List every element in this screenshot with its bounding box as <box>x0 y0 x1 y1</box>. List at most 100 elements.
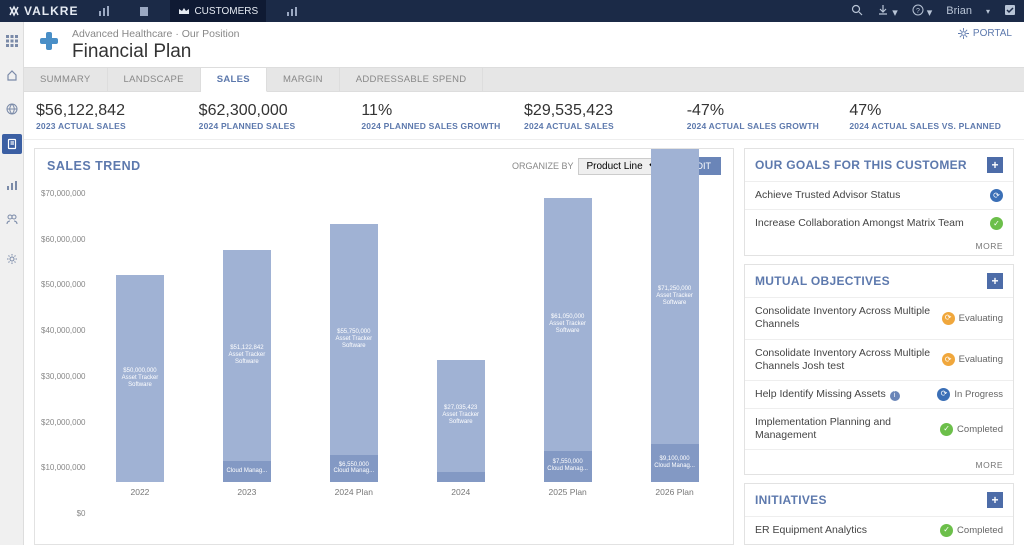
bar-segment-cloud-mgmt[interactable] <box>437 472 485 482</box>
main-content: Advanced Healthcare · Our Position Finan… <box>24 22 1024 545</box>
leftrail-page-icon[interactable] <box>2 134 22 154</box>
add-objective-button[interactable]: + <box>987 273 1003 289</box>
bar-segment-cloud-mgmt[interactable]: $6,550,000 Cloud Manag... <box>330 455 378 482</box>
bar-column: $27,035,423Asset Tracker Software 2024 <box>416 360 505 497</box>
status-dot-icon: ✓ <box>990 217 1003 230</box>
kpi-value: $56,122,842 <box>36 102 199 120</box>
status-dot-icon: ⟳ <box>990 189 1003 202</box>
status-dot-icon: ⟳ <box>937 388 950 401</box>
bar-column: $50,000,000Asset Tracker Software2022 <box>96 275 185 497</box>
initiative-item[interactable]: ER Equipment Analytics✓Completed <box>745 516 1013 544</box>
objectives-title: MUTUAL OBJECTIVES <box>755 274 890 288</box>
bar-column: $51,122,842Asset Tracker SoftwareCloud M… <box>202 250 291 498</box>
bar-column: $61,050,000Asset Tracker Software$7,550,… <box>523 198 612 497</box>
objectives-more-link[interactable]: MORE <box>745 456 1013 474</box>
kpi-label: 2023 ACTUAL SALES <box>36 121 199 131</box>
goals-title: OUR GOALS FOR THIS CUSTOMER <box>755 158 967 172</box>
topnav-customers[interactable]: CUSTOMERS <box>170 0 266 22</box>
tab-sales[interactable]: SALES <box>201 68 267 92</box>
leftrail-grid-icon[interactable] <box>3 32 21 50</box>
goal-item[interactable]: Achieve Trusted Advisor Status ⟳ <box>745 181 1013 209</box>
add-initiative-button[interactable]: + <box>987 492 1003 508</box>
page-header: Advanced Healthcare · Our Position Finan… <box>24 22 1024 67</box>
bar-column: $55,750,000Asset Tracker Software $6,550,… <box>309 224 398 497</box>
leftrail-users-icon[interactable] <box>3 210 21 228</box>
kpi-value: 47% <box>849 102 1012 120</box>
bar-segment-asset-tracker[interactable]: $51,122,842Asset Tracker Software <box>223 250 271 462</box>
status-dot-icon: ⟳ <box>942 312 955 325</box>
bar-segment-asset-tracker[interactable]: $27,035,423Asset Tracker Software <box>437 360 485 472</box>
leftrail-settings-icon[interactable] <box>3 250 21 268</box>
portal-link[interactable]: PORTAL <box>958 28 1012 39</box>
add-goal-button[interactable]: + <box>987 157 1003 173</box>
download-icon[interactable]: ▾ <box>877 4 898 19</box>
status-dot-icon: ✓ <box>940 423 953 436</box>
portal-label: PORTAL <box>973 28 1012 39</box>
bar-segment-cloud-mgmt[interactable]: $9,100,000 Cloud Manag... <box>651 444 699 482</box>
goals-more-link[interactable]: MORE <box>745 237 1013 255</box>
y-tick: $40,000,000 <box>41 326 86 335</box>
info-icon[interactable]: i <box>890 391 900 401</box>
bar-segment-asset-tracker[interactable]: $61,050,000Asset Tracker Software <box>544 198 592 451</box>
bar-column: $71,250,000Asset Tracker Software $9,100,… <box>630 149 719 497</box>
tab-addressable-spend[interactable]: ADDRESSABLE SPEND <box>340 68 484 91</box>
svg-text:?: ? <box>916 8 920 15</box>
topnav-customers-label: CUSTOMERS <box>194 6 258 17</box>
bar-segment-label: $6,550,000 Cloud Manag... <box>330 461 378 477</box>
checkbox-icon[interactable] <box>1004 4 1016 19</box>
bar-segment-asset-tracker[interactable]: $71,250,000Asset Tracker Software <box>651 149 699 444</box>
objective-item[interactable]: Consolidate Inventory Across Multiple Ch… <box>745 339 1013 380</box>
leftrail-chart-icon[interactable] <box>3 176 21 194</box>
leftrail-home-icon[interactable] <box>3 66 21 84</box>
brand-mark-icon <box>8 5 20 17</box>
topnav-building-icon[interactable] <box>130 0 158 22</box>
kpi-label: 2024 ACTUAL SALES VS. PLANNED <box>849 121 1012 131</box>
bar-segment-asset-tracker[interactable]: $50,000,000Asset Tracker Software <box>116 275 164 482</box>
chart-title: SALES TREND <box>47 159 141 173</box>
brand-text: VALKRE <box>24 4 78 18</box>
sales-trend-card: SALES TREND ORGANIZE BY Product Line EDI… <box>34 148 734 545</box>
y-tick: $60,000,000 <box>41 235 86 244</box>
y-tick: $30,000,000 <box>41 372 86 381</box>
topnav-chart-icon[interactable] <box>278 0 306 22</box>
bar-segment-asset-tracker[interactable]: $55,750,000Asset Tracker Software <box>330 224 378 455</box>
goal-text: Achieve Trusted Advisor Status <box>755 189 984 202</box>
status-label: Completed <box>957 424 1003 435</box>
tab-summary[interactable]: SUMMARY <box>24 68 108 91</box>
objectives-panel: MUTUAL OBJECTIVES + Consolidate Inventor… <box>744 264 1014 475</box>
search-icon[interactable] <box>851 4 863 19</box>
objective-item[interactable]: Consolidate Inventory Across Multiple Ch… <box>745 297 1013 338</box>
status-label: Completed <box>957 525 1003 536</box>
tab-landscape[interactable]: LANDSCAPE <box>108 68 201 91</box>
status-dot-icon: ✓ <box>940 524 953 537</box>
status-label: Evaluating <box>959 354 1003 365</box>
bar-segment-label: $50,000,000Asset Tracker Software <box>116 367 164 390</box>
status-dot-icon: ⟳ <box>942 353 955 366</box>
kpi-value: $29,535,423 <box>524 102 687 120</box>
customer-logo-icon <box>36 28 62 54</box>
bar-segment-cloud-mgmt[interactable]: Cloud Manag... <box>223 461 271 482</box>
bar-segment-cloud-mgmt[interactable]: $7,550,000 Cloud Manag... <box>544 451 592 482</box>
x-axis-label: 2025 Plan <box>549 487 587 497</box>
help-icon[interactable]: ? ▾ <box>912 4 933 19</box>
user-name[interactable]: Brian <box>946 5 972 17</box>
kpi-value: 11% <box>361 102 524 120</box>
tab-strip: SUMMARY LANDSCAPE SALES MARGIN ADDRESSAB… <box>24 67 1024 92</box>
breadcrumb: Advanced Healthcare · Our Position <box>72 28 240 40</box>
goal-item[interactable]: Increase Collaboration Amongst Matrix Te… <box>745 209 1013 237</box>
bar-segment-label: $9,100,000 Cloud Manag... <box>651 455 699 471</box>
x-axis-label: 2024 Plan <box>335 487 373 497</box>
tab-margin[interactable]: MARGIN <box>267 68 340 91</box>
bar-segment-label: $55,750,000Asset Tracker Software <box>330 328 378 351</box>
kpi-label: 2024 ACTUAL SALES GROWTH <box>687 121 850 131</box>
x-axis-label: 2024 <box>451 487 470 497</box>
kpi-value: -47% <box>687 102 850 120</box>
leftrail-globe-icon[interactable] <box>3 100 21 118</box>
organize-by-label: ORGANIZE BY <box>512 161 574 171</box>
portal-icon <box>958 28 969 39</box>
objective-item[interactable]: Implementation Planning and Management ✓… <box>745 408 1013 449</box>
objective-item[interactable]: Help Identify Missing Assets i⟳In Progre… <box>745 380 1013 408</box>
top-nav: VALKRE CUSTOMERS ▾ ? ▾ Brian▾ <box>0 0 1024 22</box>
kpi-row: $56,122,8422023 ACTUAL SALES $62,300,000… <box>24 92 1024 140</box>
topnav-bar-icon[interactable] <box>90 0 118 22</box>
